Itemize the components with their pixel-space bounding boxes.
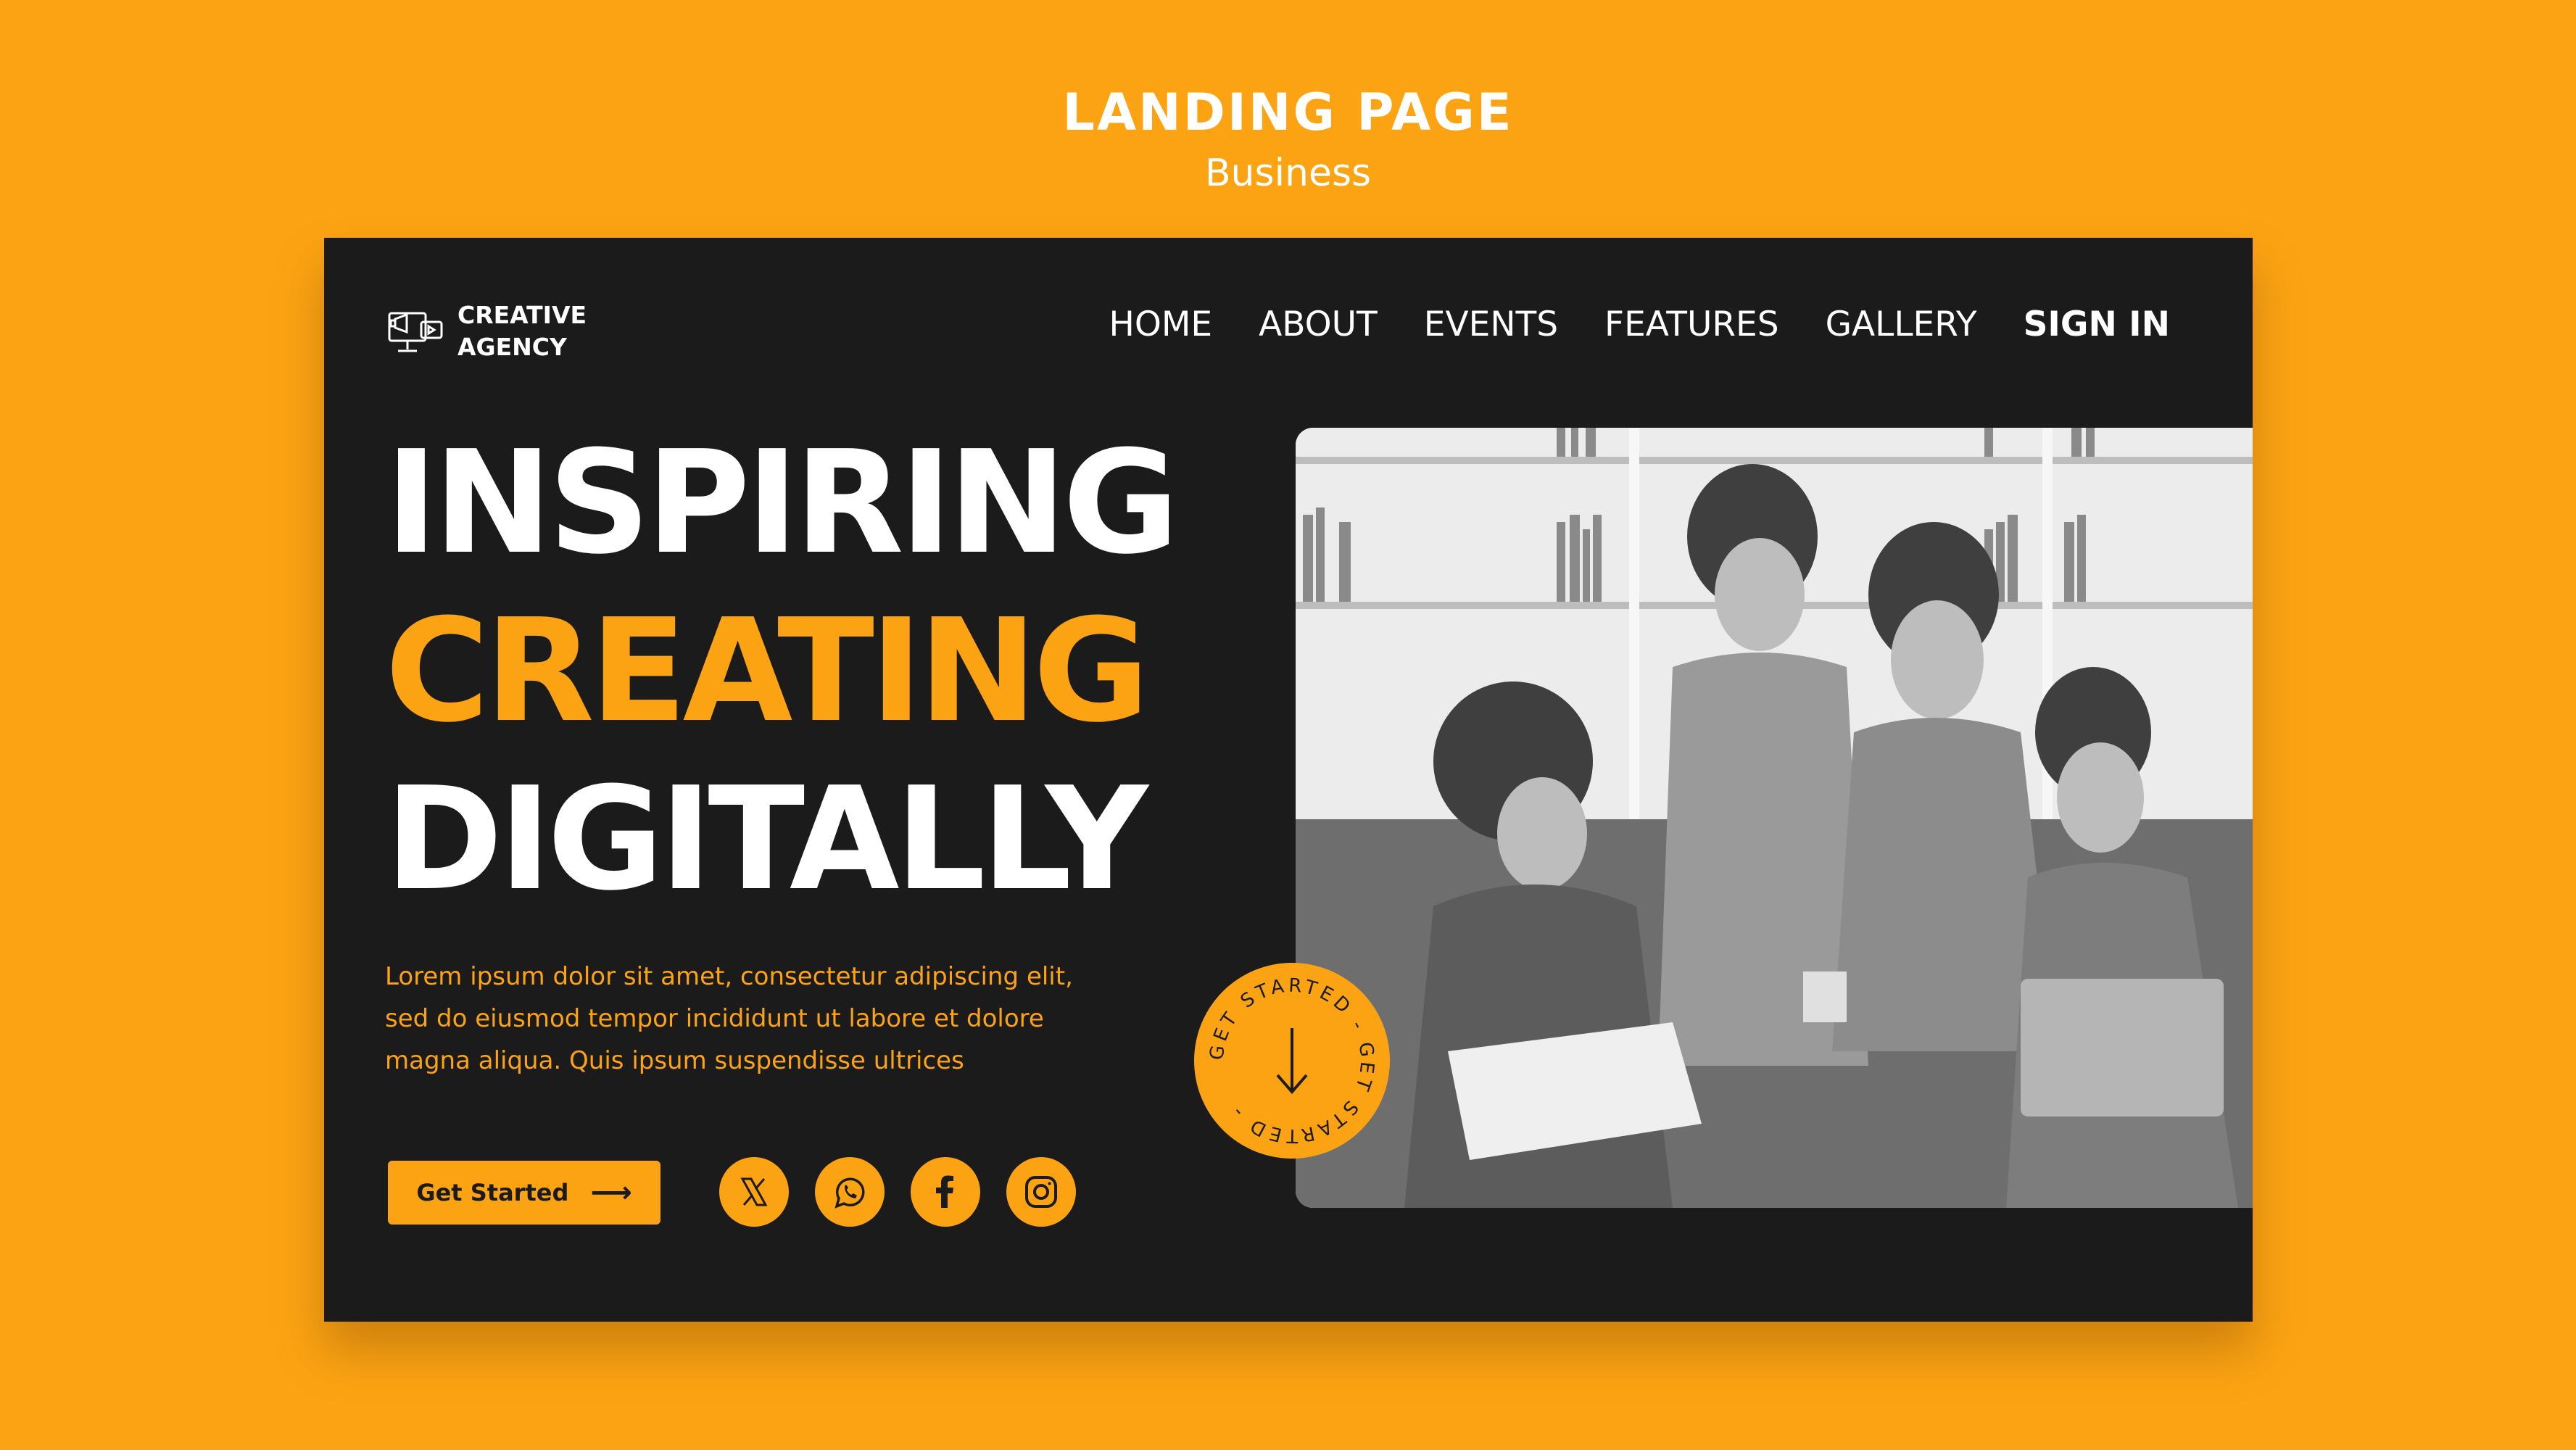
- headline-line-1: INSPIRING: [385, 420, 1179, 586]
- hero-description: Lorem ipsum dolor sit amet, consectetur …: [385, 962, 1073, 1075]
- logo-line-2: AGENCY: [457, 333, 567, 361]
- logo-text: CREATIVE AGENCY: [457, 299, 587, 363]
- team-photo-illustration: [1296, 428, 2253, 1208]
- badge-graphic: GET STARTED - GET STARTED -: [1206, 975, 1374, 1147]
- nav-gallery[interactable]: GALLERY: [1826, 296, 1977, 354]
- megaphone-monitor-icon: [388, 312, 443, 352]
- social-links: [719, 1157, 1102, 1227]
- facebook-icon[interactable]: [911, 1157, 980, 1227]
- logo[interactable]: CREATIVE AGENCY: [385, 299, 587, 363]
- page-title: LANDING PAGE: [1062, 83, 1514, 142]
- page-subtitle: Business: [1204, 152, 1372, 195]
- arrow-down-icon: [1276, 1028, 1308, 1095]
- nav-about[interactable]: ABOUT: [1259, 296, 1378, 354]
- arrow-right-icon: ⟶: [590, 1176, 632, 1209]
- nav-home[interactable]: HOME: [1109, 296, 1213, 354]
- get-started-button[interactable]: Get Started ⟶: [388, 1161, 660, 1225]
- instagram-icon[interactable]: [1006, 1157, 1076, 1227]
- headline-line-2: CREATING: [385, 589, 1150, 754]
- logo-line-1: CREATIVE: [457, 301, 587, 329]
- hero-headline: INSPIRING CREATING DIGITALLY: [385, 419, 1179, 924]
- nav-events[interactable]: EVENTS: [1424, 296, 1558, 354]
- sign-in-link[interactable]: SIGN IN: [2024, 296, 2170, 354]
- nav-features[interactable]: FEATURES: [1604, 296, 1779, 354]
- headline-line-3: DIGITALLY: [385, 757, 1148, 922]
- get-started-label: Get Started: [416, 1179, 569, 1206]
- get-started-badge[interactable]: GET STARTED - GET STARTED -: [1194, 963, 1390, 1159]
- x-twitter-icon[interactable]: [719, 1157, 789, 1227]
- landing-mockup: CREATIVE AGENCY HOME ABOUT EVENTS FEATUR…: [324, 238, 2253, 1322]
- top-nav: HOME ABOUT EVENTS FEATURES GALLERY SIGN …: [1063, 296, 2171, 354]
- whatsapp-icon[interactable]: [815, 1157, 885, 1227]
- page-header: LANDING PAGE Business: [0, 80, 2576, 199]
- team-photo: [1296, 428, 2253, 1208]
